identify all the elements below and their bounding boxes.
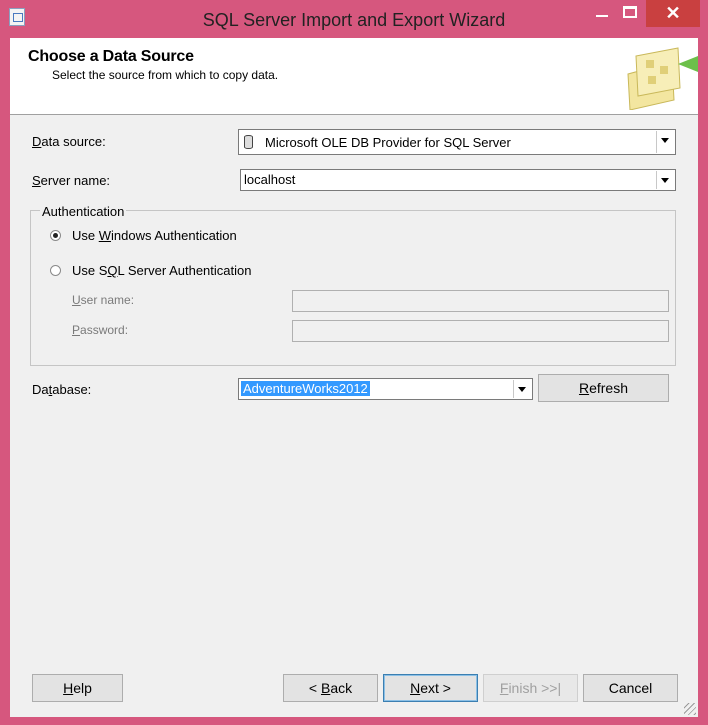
wizard-client: Choose a Data Source Select the source f… — [10, 38, 698, 717]
minimize-button[interactable] — [590, 0, 616, 30]
data-source-label: Data source: — [32, 134, 106, 149]
page-header: Choose a Data Source Select the source f… — [10, 38, 698, 115]
chevron-down-icon[interactable] — [656, 131, 674, 153]
title-bar[interactable]: SQL Server Import and Export Wizard ✕ — [0, 0, 708, 38]
back-button[interactable]: < Back — [283, 674, 378, 702]
database-label: Database: — [32, 382, 92, 397]
user-name-field — [292, 290, 669, 312]
database-value[interactable]: AdventureWorks2012 — [241, 381, 370, 396]
windows-auth-label[interactable]: Use Windows Authentication — [72, 228, 237, 243]
server-name-combo[interactable]: localhost — [240, 169, 676, 191]
sql-auth-label[interactable]: Use SQL Server Authentication — [72, 263, 251, 278]
maximize-button[interactable] — [617, 0, 643, 30]
next-button[interactable]: Next > — [383, 674, 478, 702]
finish-button: Finish >>| — [483, 674, 578, 702]
password-field — [292, 320, 669, 342]
password-label: Password: — [72, 323, 129, 337]
resize-grip-icon[interactable] — [684, 703, 696, 715]
chevron-down-icon[interactable] — [513, 380, 531, 398]
page-subtitle: Select the source from which to copy dat… — [52, 68, 279, 82]
help-button[interactable]: Help — [32, 674, 123, 702]
close-button[interactable]: ✕ — [646, 0, 700, 27]
refresh-button[interactable]: Refresh — [538, 374, 669, 402]
database-combo[interactable]: AdventureWorks2012 — [238, 378, 533, 400]
user-name-label: User name: — [72, 293, 135, 307]
wizard-window: SQL Server Import and Export Wizard ✕ Ch… — [0, 0, 708, 725]
chevron-down-icon[interactable] — [656, 171, 674, 189]
cancel-button[interactable]: Cancel — [583, 674, 678, 702]
data-source-graphic-icon — [627, 47, 698, 110]
authentication-group-label: Authentication — [40, 204, 127, 219]
data-source-select[interactable]: Microsoft OLE DB Provider for SQL Server — [238, 129, 676, 155]
database-icon — [244, 135, 253, 149]
server-name-label: Server name: — [32, 173, 111, 188]
page-title: Choose a Data Source — [28, 48, 194, 65]
close-icon: ✕ — [665, 3, 681, 23]
sql-auth-radio[interactable] — [50, 265, 61, 276]
windows-auth-radio[interactable] — [50, 230, 61, 241]
